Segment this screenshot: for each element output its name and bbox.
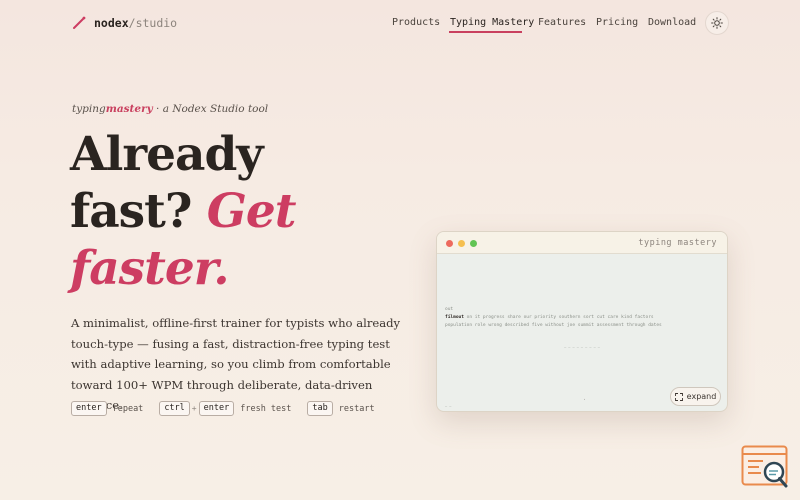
logo-mark-icon [73, 16, 86, 29]
expand-label: expand [686, 392, 717, 401]
kbd-ctrl: ctrl [159, 401, 190, 416]
window-minimize-dot [458, 240, 465, 247]
nav-item-features[interactable]: Features [538, 17, 586, 28]
shortcut-desc-repeat: repeat [112, 403, 144, 414]
kbd-plus: + [191, 404, 197, 413]
typing-test-text: filmout on it progress share our priorit… [445, 314, 725, 330]
window-close-dot [446, 240, 453, 247]
headline-line-2: fast? Get [70, 183, 297, 240]
preview-footer: — — [445, 404, 452, 408]
expand-button[interactable]: expand [670, 387, 721, 406]
nav-item-download[interactable]: Download [648, 17, 696, 28]
keyboard-shortcuts: enter repeat ctrl + enter fresh test tab… [71, 401, 391, 416]
typed-word: filmout [445, 315, 464, 320]
brand-separator: / [128, 15, 136, 30]
shortcut-desc-fresh-test: fresh test [240, 403, 292, 414]
brand-name: nodex [94, 15, 129, 30]
theme-toggle-button[interactable] [705, 11, 729, 35]
nav-item-products[interactable]: Products [392, 17, 440, 28]
headline-line-3: faster. [70, 241, 230, 296]
expand-icon [674, 392, 683, 401]
tagline-product-accent: mastery [105, 103, 153, 115]
preview-title: typing mastery [638, 238, 717, 248]
text-line-1: on it progress share our priority southe… [463, 315, 654, 320]
headline-line-2-plain: fast? [70, 184, 207, 239]
text-line-2: population role wrong described five wit… [445, 323, 662, 328]
product-tagline: typingmastery · a Nodex Studio tool [72, 103, 268, 115]
headline-line-1: Already [70, 127, 264, 182]
preview-mode-label: out [445, 307, 454, 312]
kbd-enter: enter [71, 401, 107, 416]
tagline-product-plain: typing [72, 103, 106, 115]
window-maximize-dot [470, 240, 477, 247]
tagline-rest: · a Nodex Studio tool [152, 103, 269, 115]
kbd-enter-2: enter [198, 401, 235, 416]
preview-titlebar: typing mastery [437, 232, 727, 254]
nav-active-indicator [449, 31, 522, 33]
preview-hint: — — — — — — — — — [564, 345, 600, 349]
brand-logo[interactable]: nodex / studio [72, 14, 177, 31]
nav-item-pricing[interactable]: Pricing [596, 17, 638, 28]
app-preview-window: typing mastery out filmout on it progres… [436, 231, 728, 412]
hero-headline: Already fast? Get faster. [70, 126, 297, 297]
kbd-tab: tab [307, 401, 333, 416]
shortcut-desc-restart: restart [338, 403, 375, 414]
nav-item-typing-mastery[interactable]: Typing Mastery [450, 17, 534, 28]
brand-suffix: studio [135, 15, 178, 30]
search-widget-icon[interactable] [741, 445, 791, 489]
sun-icon [711, 17, 723, 29]
text-cursor-icon: ⸱ [584, 397, 586, 403]
headline-line-2-accent: Get [206, 184, 297, 239]
